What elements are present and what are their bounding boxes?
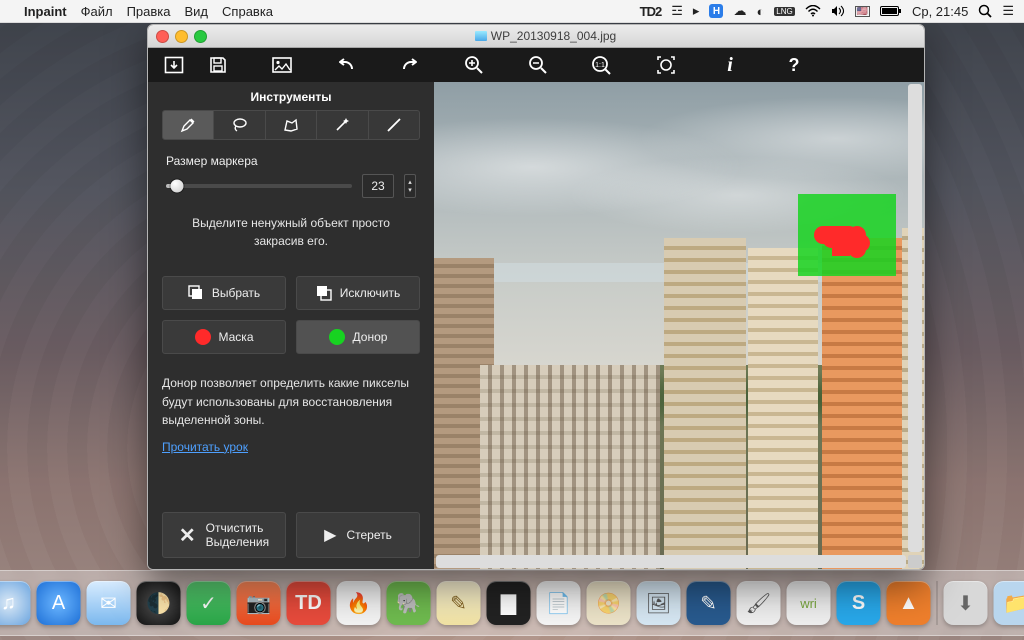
photo-area	[434, 82, 924, 570]
marker-size-label: Размер маркера	[166, 154, 420, 168]
spotlight-icon[interactable]	[978, 4, 992, 18]
menu-edit[interactable]: Правка	[127, 4, 171, 19]
zoom-actual-button[interactable]: 1:1	[586, 52, 618, 78]
menu-extra-h-icon[interactable]: H	[709, 4, 723, 18]
donor-description: Донор позволяет определить какие пикселы…	[162, 374, 420, 430]
donor-color-button[interactable]: Донор	[296, 320, 420, 354]
play-icon: ▶	[324, 525, 336, 545]
app-name[interactable]: Inpaint	[24, 4, 67, 19]
close-icon: ✕	[179, 523, 196, 548]
marker-size-stepper[interactable]: ▴▾	[404, 174, 416, 198]
undo-button[interactable]	[330, 52, 362, 78]
tool-selector	[162, 110, 420, 140]
dock-evernote[interactable]: 🐘	[387, 581, 431, 625]
dock-inpaint[interactable]: ✎	[687, 581, 731, 625]
save-button[interactable]	[202, 52, 234, 78]
dock-photobooth[interactable]: 📷	[237, 581, 281, 625]
svg-text:1:1: 1:1	[595, 62, 605, 69]
tool-line[interactable]	[369, 111, 419, 139]
mask-color-button[interactable]: Маска	[162, 320, 286, 354]
tool-lasso[interactable]	[214, 111, 265, 139]
dock-drive[interactable]: 📀	[587, 581, 631, 625]
language-menu-icon[interactable]: LNG	[774, 7, 794, 16]
dock-itunes[interactable]: ♫	[0, 581, 31, 625]
desktop-background: Inpaint Файл Правка Вид Справка TD2 ☲ ▸ …	[0, 0, 1024, 640]
keyboard-layout-icon[interactable]: 🇺🇸	[855, 6, 870, 17]
tool-marker[interactable]	[163, 111, 214, 139]
dock-writer[interactable]: wri	[787, 581, 831, 625]
dock-terminal[interactable]: ▇	[487, 581, 531, 625]
image-canvas[interactable]	[434, 82, 924, 570]
erase-button[interactable]: ▶ Стереть	[296, 512, 420, 558]
read-lesson-link[interactable]: Прочитать урок	[162, 440, 420, 454]
menu-extra-screen-icon[interactable]: ☲	[671, 3, 683, 19]
window-title: WP_20130918_004.jpg	[215, 29, 876, 43]
volume-menu-icon[interactable]	[831, 5, 845, 17]
dock-notes[interactable]: ✎	[437, 581, 481, 625]
select-mode-button[interactable]: Выбрать	[162, 276, 286, 310]
wifi-menu-icon[interactable]	[805, 5, 821, 17]
dock-downloads[interactable]: ⬇︎	[944, 581, 988, 625]
exclude-icon	[316, 285, 332, 301]
dock: ☺ 🧭 ♫ A ✉︎ 🌓 ✓ 📷 TD 🔥 🐘 ✎ ▇ 📄 📀 🖼 ✎ 🖌 wr…	[0, 570, 1024, 636]
menu-extra-flag-icon[interactable]: ◐	[756, 4, 764, 19]
sidebar-panel: Инструменты Размер маркера 23 ▴▾ Выделит…	[148, 82, 434, 570]
dock-textedit[interactable]: 📄	[537, 581, 581, 625]
tools-header: Инструменты	[162, 90, 420, 104]
open-button[interactable]	[158, 52, 190, 78]
battery-menu-icon[interactable]	[880, 5, 902, 17]
dock-flame[interactable]: 🔥	[337, 581, 381, 625]
tool-magic-wand[interactable]	[317, 111, 368, 139]
menu-file[interactable]: Файл	[81, 4, 113, 19]
dock-reminders[interactable]: ✓	[187, 581, 231, 625]
file-type-icon	[475, 31, 487, 41]
exclude-mode-button[interactable]: Исключить	[296, 276, 420, 310]
zoom-fit-button[interactable]	[650, 52, 682, 78]
clear-selection-button[interactable]: ✕ ОтчиститьВыделения	[162, 512, 286, 558]
dock-paint[interactable]: 🖌	[737, 581, 781, 625]
traffic-light-zoom[interactable]	[194, 30, 207, 43]
vertical-scrollbar[interactable]	[908, 84, 922, 552]
help-button[interactable]: ?	[778, 52, 810, 78]
marker-size-value[interactable]: 23	[362, 174, 394, 198]
dock-skype[interactable]: S	[837, 581, 881, 625]
traffic-light-close[interactable]	[156, 30, 169, 43]
resize-corner[interactable]	[908, 555, 922, 568]
dock-vlc[interactable]: ▲	[887, 581, 931, 625]
clock-menu[interactable]: Ср, 21:45	[912, 4, 968, 19]
menu-extra-video-icon[interactable]: ▸	[693, 3, 700, 19]
dock-clock[interactable]: 🌓	[137, 581, 181, 625]
main-toolbar: 1:1 i ?	[148, 48, 924, 82]
select-icon	[188, 285, 204, 301]
marker-hint-text: Выделите ненужный объект просто закрасив…	[168, 214, 414, 250]
zoom-in-button[interactable]	[458, 52, 490, 78]
todoist-menu-icon[interactable]: TD2	[640, 4, 662, 19]
notification-center-icon[interactable]: ☰	[1002, 3, 1014, 19]
inpaint-window: WP_20130918_004.jpg 1:1 i ?	[147, 24, 925, 570]
zoom-out-button[interactable]	[522, 52, 554, 78]
dock-folder-1[interactable]: 📁	[994, 581, 1024, 625]
dock-todoist[interactable]: TD	[287, 581, 331, 625]
mask-region-overlay[interactable]	[814, 216, 878, 258]
dock-separator	[937, 581, 938, 625]
traffic-light-minimize[interactable]	[175, 30, 188, 43]
window-titlebar[interactable]: WP_20130918_004.jpg	[148, 25, 924, 48]
tool-polygon[interactable]	[266, 111, 317, 139]
donor-color-icon	[329, 329, 345, 345]
image-button[interactable]	[266, 52, 298, 78]
menu-help[interactable]: Справка	[222, 4, 273, 19]
redo-button[interactable]	[394, 52, 426, 78]
mask-color-icon	[195, 329, 211, 345]
cloud-menu-icon[interactable]: ☁	[733, 3, 746, 19]
info-button[interactable]: i	[714, 52, 746, 78]
dock-appstore[interactable]: A	[37, 581, 81, 625]
horizontal-scrollbar[interactable]	[436, 555, 906, 568]
marker-size-slider[interactable]	[166, 184, 352, 188]
mac-menu-bar: Inpaint Файл Правка Вид Справка TD2 ☲ ▸ …	[0, 0, 1024, 23]
menu-view[interactable]: Вид	[185, 4, 209, 19]
dock-preview[interactable]: 🖼	[637, 581, 681, 625]
dock-mail[interactable]: ✉︎	[87, 581, 131, 625]
